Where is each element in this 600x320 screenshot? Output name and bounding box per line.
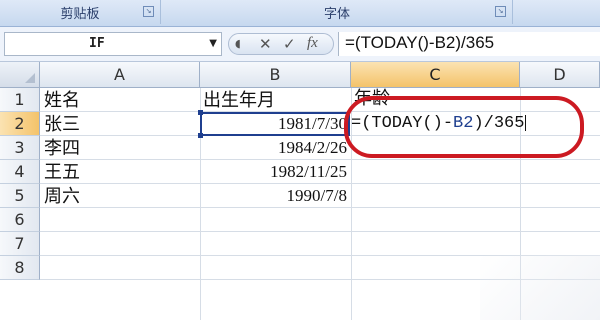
cancel-icon[interactable]: ✕ — [259, 35, 272, 53]
formula-text: =(TODAY()-B2)/365 — [345, 33, 495, 52]
insert-function-icon[interactable]: fx — [307, 35, 318, 52]
name-box-value: IF — [89, 36, 105, 51]
annotation-circle — [344, 96, 584, 158]
font-group[interactable]: 字体 ↘ — [162, 0, 513, 24]
dialog-launcher-icon[interactable]: ↘ — [495, 6, 506, 17]
selection-handle[interactable] — [198, 110, 203, 115]
cell-a3[interactable]: 李四 — [44, 136, 80, 160]
page-shadow — [480, 255, 600, 320]
column-header-d[interactable]: D — [520, 62, 600, 88]
dialog-launcher-icon[interactable]: ↘ — [143, 6, 154, 17]
row-header-1[interactable]: 1 — [0, 88, 40, 112]
row-header-3[interactable]: 3 — [0, 136, 40, 160]
formula-input[interactable]: =(TODAY()-B2)/365 — [338, 32, 600, 56]
cell-b4[interactable]: 1982/11/25 — [200, 160, 347, 184]
formula-bar: IF ▼ ◖ ✕ ✓ fx =(TODAY()-B2)/365 — [0, 27, 600, 62]
select-all-corner[interactable] — [0, 62, 40, 88]
clipboard-group[interactable]: 剪贴板 ↘ — [0, 0, 161, 24]
column-header-b[interactable]: B — [200, 62, 351, 88]
ribbon: 剪贴板 ↘ 字体 ↘ — [0, 0, 600, 27]
cell-b5[interactable]: 1990/7/8 — [200, 184, 347, 208]
row-header-4[interactable]: 4 — [0, 160, 40, 184]
cell-a2[interactable]: 张三 — [44, 112, 80, 136]
cell-b1[interactable]: 出生年月 — [203, 88, 275, 112]
column-header-a[interactable]: A — [40, 62, 200, 88]
reference-highlight-b2 — [198, 110, 350, 138]
row-header-6[interactable]: 6 — [0, 208, 40, 232]
cell-b3[interactable]: 1984/2/26 — [200, 136, 347, 160]
chevron-down-icon[interactable]: ▼ — [209, 38, 217, 49]
cell-a4[interactable]: 王五 — [44, 160, 80, 184]
enter-icon[interactable]: ✓ — [283, 35, 296, 53]
expand-icon[interactable]: ◖ — [235, 37, 241, 50]
font-group-label: 字体 — [323, 6, 350, 22]
clipboard-group-label: 剪贴板 — [60, 6, 100, 22]
formula-buttons: ◖ ✕ ✓ fx — [228, 33, 334, 55]
row-header-8[interactable]: 8 — [0, 256, 40, 280]
row-header-5[interactable]: 5 — [0, 184, 40, 208]
column-header-c[interactable]: C — [351, 62, 520, 88]
gridline — [40, 231, 600, 232]
selection-handle[interactable] — [198, 133, 203, 138]
row-header-2[interactable]: 2 — [0, 112, 40, 136]
cell-a5[interactable]: 周六 — [44, 184, 80, 208]
cell-a1[interactable]: 姓名 — [44, 88, 80, 112]
row-header-7[interactable]: 7 — [0, 232, 40, 256]
name-box[interactable]: IF ▼ — [4, 32, 222, 56]
